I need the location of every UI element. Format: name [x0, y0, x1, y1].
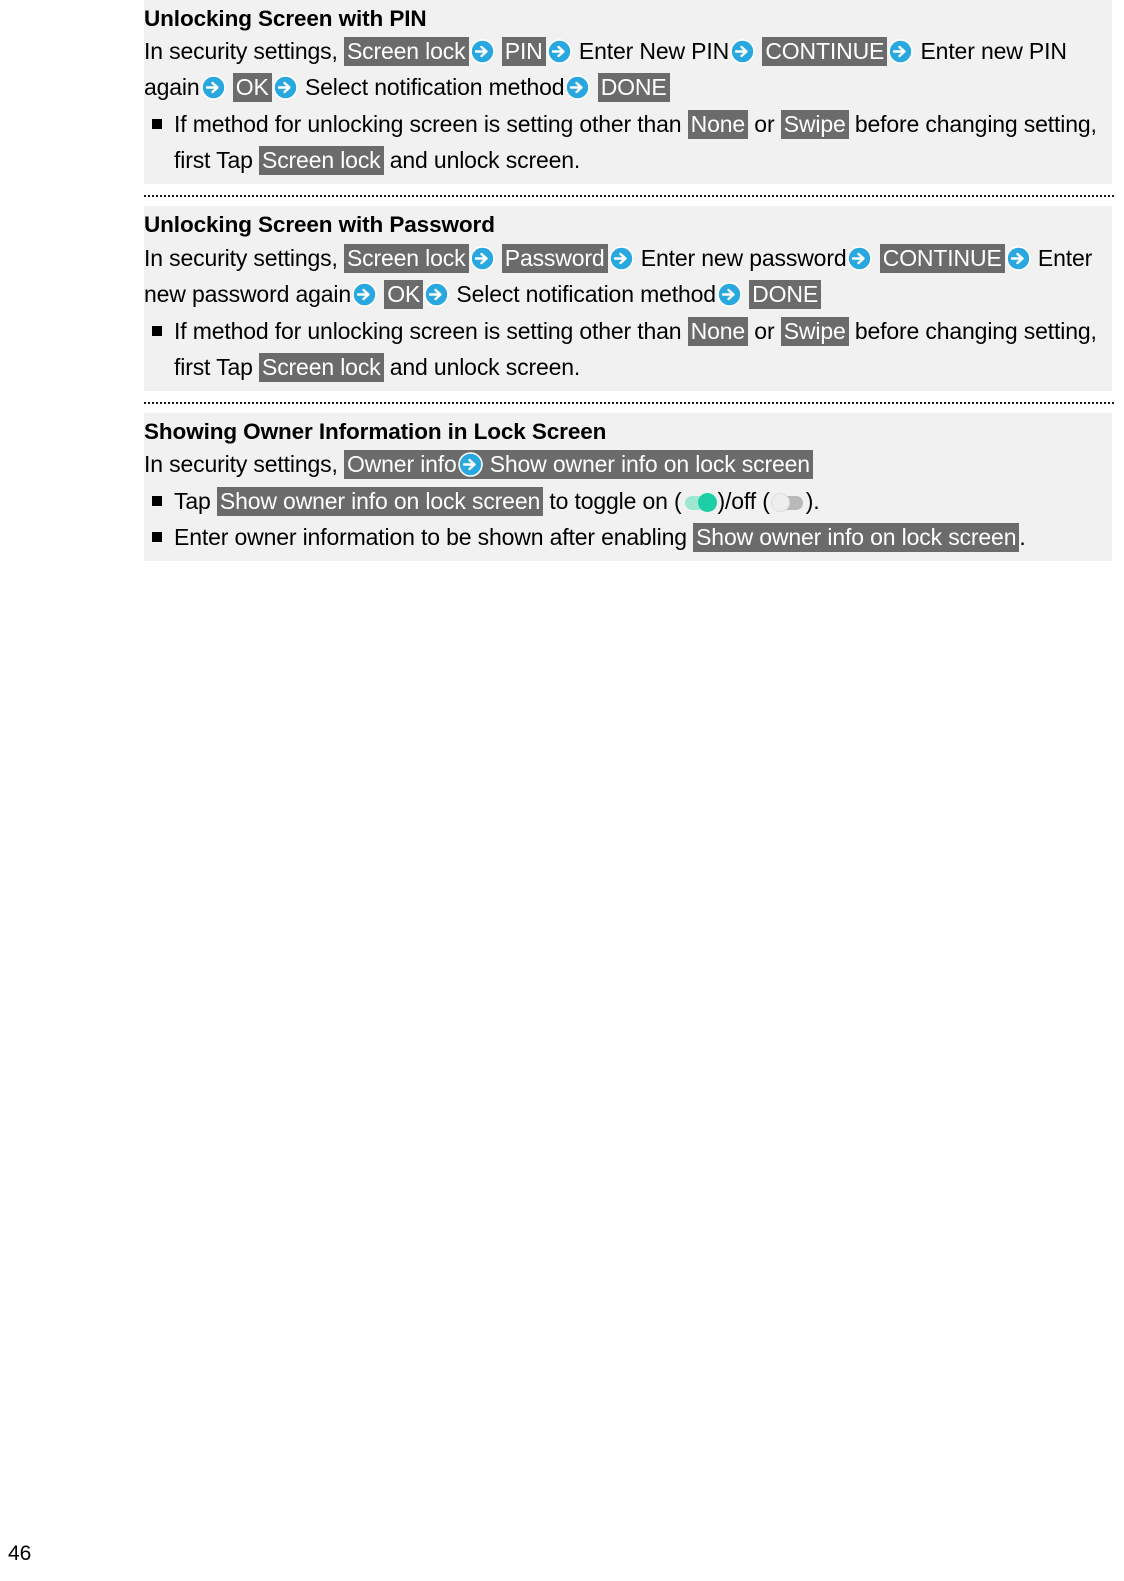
section-title: Showing Owner Information in Lock Screen: [144, 418, 607, 444]
step-keyword-show-owner-info-on-lock-screen[interactable]: Show owner info on lock screen: [486, 450, 813, 480]
arrow-right-icon: [730, 39, 755, 65]
note-text-part: ).: [805, 488, 820, 515]
square-bullet-icon: [152, 496, 162, 507]
square-bullet-icon: [152, 325, 162, 336]
page-number: 46: [8, 1542, 32, 1565]
step-text-select-notification-method: Select notification method: [456, 280, 716, 307]
toggle-knob: [697, 493, 717, 513]
arrow-right-icon: [888, 39, 914, 65]
note-item-toggle: Tap Show owner info on lock screen to to…: [144, 483, 1112, 519]
steps-intro: In security settings,: [144, 38, 338, 65]
note-text-part: Enter owner information to be shown afte…: [174, 524, 694, 551]
note-keyword-screen-lock[interactable]: Screen lock: [259, 146, 384, 176]
note-keyword-swipe[interactable]: Swipe: [780, 316, 849, 346]
note-item: If method for unlocking screen is settin…: [144, 106, 1112, 178]
arrow-right-icon: [272, 75, 298, 101]
square-bullet-icon: [152, 532, 162, 543]
square-bullet-icon: [152, 119, 162, 130]
step-keyword-done[interactable]: DONE: [749, 279, 822, 309]
toggle-knob: [770, 493, 790, 513]
note-text-part: and unlock screen.: [383, 353, 581, 380]
arrow-right-icon: [1005, 246, 1031, 271]
document-page: Unlocking Screen with PIN In security se…: [0, 0, 1124, 1581]
note-keyword-show-owner-info[interactable]: Show owner info on lock screen: [693, 523, 1020, 553]
note-keyword-show-owner-info[interactable]: Show owner info on lock screen: [216, 487, 544, 517]
arrow-right-icon: [352, 282, 377, 307]
section-showing-owner-information-in-lock-screen: Showing Owner Information in Lock Screen…: [144, 412, 1112, 562]
note-keyword-screen-lock[interactable]: Screen lock: [259, 352, 384, 382]
steps-intro: In security settings,: [144, 451, 338, 478]
step-keyword-ok[interactable]: OK: [384, 279, 424, 309]
note-item: If method for unlocking screen is settin…: [144, 313, 1112, 385]
step-keyword-pin[interactable]: PIN: [501, 37, 546, 67]
section-divider: [144, 184, 1114, 207]
note-text-part: If method for unlocking screen is settin…: [174, 317, 688, 344]
step-keyword-owner-info-label: Owner info: [346, 451, 457, 478]
arrow-right-icon: [717, 282, 742, 307]
step-keyword-done[interactable]: DONE: [597, 73, 670, 103]
step-text-enter-new-password: Enter new password: [640, 244, 847, 271]
arrow-right-icon: [546, 39, 572, 65]
section-steps-paragraph: In security settings, Screen lock Passwo…: [144, 240, 1112, 313]
content-column: Unlocking Screen with PIN In security se…: [144, 0, 1114, 562]
arrow-right-icon: [847, 246, 873, 271]
step-keyword-ok[interactable]: OK: [232, 73, 272, 103]
step-keyword-continue[interactable]: CONTINUE: [762, 37, 888, 67]
section-unlocking-screen-with-password: Unlocking Screen with Password In securi…: [144, 206, 1112, 391]
note-text-part: or: [748, 317, 781, 344]
step-keyword-screen-lock[interactable]: Screen lock: [343, 37, 469, 67]
step-text-select-notification-method: Select notification method: [304, 74, 565, 101]
arrow-right-icon: [469, 39, 495, 65]
note-keyword-none[interactable]: None: [687, 110, 749, 140]
arrow-right-icon: [424, 282, 449, 307]
section-title: Unlocking Screen with Password: [144, 212, 495, 238]
note-text-part: or: [748, 111, 781, 138]
step-keyword-screen-lock[interactable]: Screen lock: [343, 243, 469, 273]
section-divider: [144, 390, 1114, 413]
step-keyword-continue[interactable]: CONTINUE: [879, 243, 1005, 273]
note-keyword-swipe[interactable]: Swipe: [780, 110, 849, 140]
arrow-right-icon: [469, 246, 495, 271]
section-steps-paragraph: In security settings, Screen lock PIN En…: [144, 33, 1112, 106]
arrow-right-icon: [457, 452, 483, 478]
toggle-off-icon: [770, 493, 805, 513]
section-unlocking-screen-with-pin: Unlocking Screen with PIN In security se…: [144, 0, 1112, 185]
note-text-part: Tap: [174, 488, 217, 515]
step-text-enter-new-pin: Enter New PIN: [578, 38, 730, 65]
toggle-on-icon: [683, 493, 717, 513]
note-text-part: .: [1019, 524, 1026, 551]
note-keyword-none[interactable]: None: [687, 316, 749, 346]
section-title: Unlocking Screen with PIN: [144, 6, 427, 31]
section-steps-paragraph: In security settings, Owner info Show own…: [144, 446, 1112, 483]
note-item-owner-info: Enter owner information to be shown afte…: [144, 519, 1112, 555]
arrow-right-icon: [565, 75, 591, 101]
step-keyword-owner-info[interactable]: Owner info: [343, 450, 487, 480]
note-text-part: and unlock screen.: [383, 147, 581, 174]
note-text-part: If method for unlocking screen is settin…: [174, 111, 688, 138]
note-text-part: to toggle on (: [543, 488, 682, 515]
steps-intro: In security settings,: [144, 244, 338, 271]
note-text-part: )/off (: [717, 488, 770, 515]
arrow-right-icon: [608, 246, 634, 271]
arrow-right-icon: [200, 75, 226, 101]
step-keyword-password[interactable]: Password: [501, 243, 608, 273]
